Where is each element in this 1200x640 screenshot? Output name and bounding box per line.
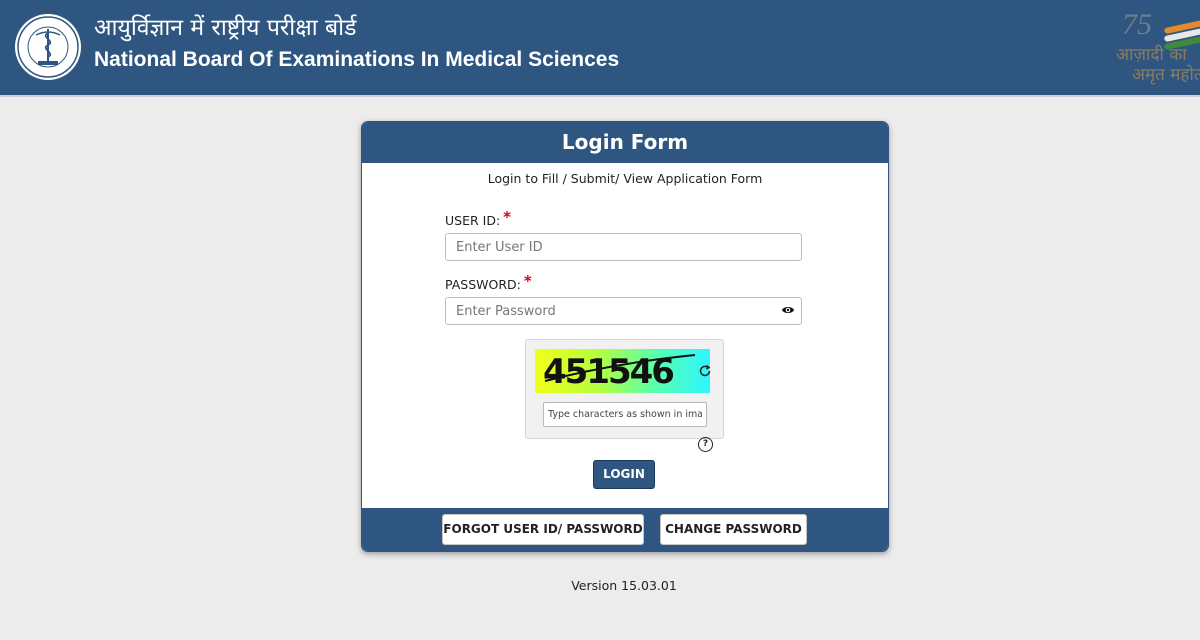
captcha-strike-line (544, 354, 696, 382)
user-id-input[interactable] (445, 233, 802, 261)
help-icon[interactable]: ? (698, 437, 713, 452)
required-mark: * (523, 272, 532, 290)
login-form-footer: FORGOT USER ID/ PASSWORD CHANGE PASSWORD (362, 508, 888, 551)
site-header: आयुर्विज्ञान में राष्ट्रीय परीक्षा बोर्ड… (0, 0, 1200, 97)
password-label-text: PASSWORD: (445, 277, 521, 292)
forgot-user-id-password-button[interactable]: FORGOT USER ID/ PASSWORD (442, 514, 644, 545)
captcha-box: 451546 (525, 339, 724, 439)
site-title-english: National Board Of Examinations In Medica… (94, 48, 620, 71)
required-mark: * (503, 208, 512, 226)
password-input[interactable] (445, 297, 802, 325)
version-text: Version 15.03.01 (571, 578, 677, 593)
site-title-hindi: आयुर्विज्ञान में राष्ट्रीय परीक्षा बोर्ड (94, 15, 357, 41)
user-id-label-text: USER ID: (445, 213, 501, 228)
eye-icon[interactable] (781, 304, 795, 316)
login-button[interactable]: LOGIN (593, 460, 655, 489)
login-form-subtitle: Login to Fill / Submit/ View Application… (487, 171, 763, 186)
password-label: PASSWORD: * (445, 272, 532, 293)
user-id-label: USER ID: * (445, 208, 512, 229)
emblem-logo-icon (15, 14, 81, 80)
refresh-icon[interactable] (698, 364, 712, 378)
change-password-button[interactable]: CHANGE PASSWORD (660, 514, 807, 545)
login-form-card: Login Form Login to Fill / Submit/ View … (361, 121, 889, 552)
azadi-logo-icon: 75 आज़ादी का अमृत महोत्सव (1112, 8, 1200, 88)
azadi-line-2: अमृत महोत्सव (1132, 65, 1200, 85)
captcha-image: 451546 (535, 349, 710, 393)
captcha-input[interactable] (543, 402, 707, 427)
login-form-title: Login Form (362, 122, 888, 163)
azadi-number: 75 (1122, 8, 1152, 41)
